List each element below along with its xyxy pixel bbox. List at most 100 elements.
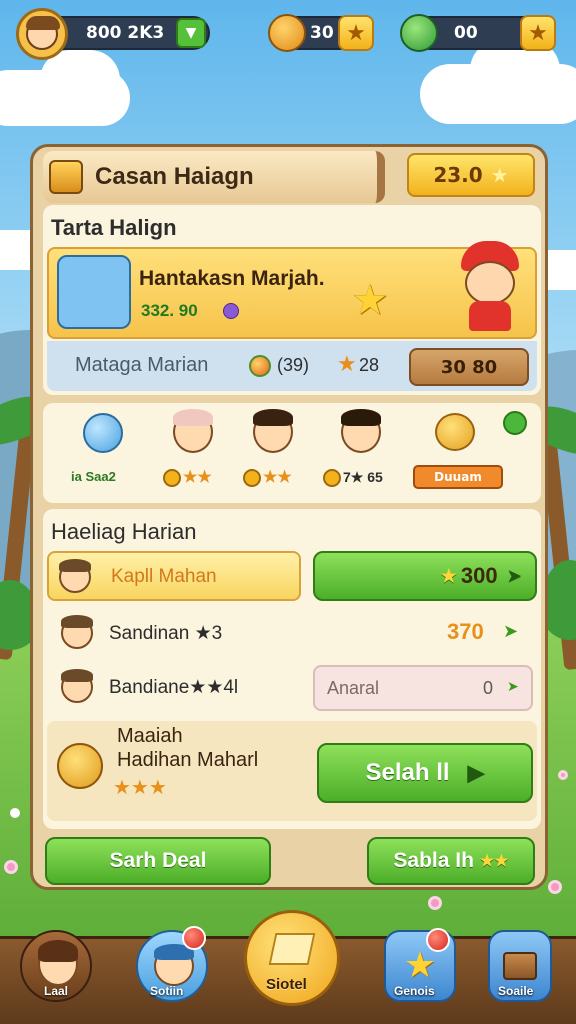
character-avatar-icon (253, 409, 293, 453)
item-two-value: 00 (454, 23, 478, 43)
task-value: 370 (447, 619, 484, 644)
character-slot[interactable]: 7★ 65 (313, 409, 403, 499)
section-two-card: Haeliag Harian Kapll Mahan ★ 300 ➤ Sandi… (43, 509, 541, 829)
title-badge-button[interactable]: 23.0 ★ (407, 153, 535, 197)
task-input-field[interactable]: Anaral 0 ➤ (313, 665, 533, 711)
footer-left-label: Sarh Deal (109, 849, 207, 872)
reward-line-one: Maaiah (117, 725, 183, 747)
arrow-icon: ➤ (507, 679, 519, 695)
coin-icon (163, 469, 181, 487)
section-one-heading: Tarta Halign (51, 215, 177, 240)
chat-bubble-icon (83, 413, 123, 453)
profile-avatar-icon (38, 940, 78, 986)
task-avatar-icon (61, 615, 93, 649)
bell-icon (57, 743, 103, 789)
section-one-card: Tarta Halign Hantakasn Marjah. 332. 90 ★… (43, 205, 541, 395)
character-slot[interactable]: ★★ (153, 409, 233, 499)
character-label: 7★ 65 (343, 469, 383, 485)
coin-icon (323, 469, 341, 487)
task-name: Sandinan ★3 (109, 623, 223, 644)
nav-label: Siotel (266, 976, 307, 993)
banner-title: Hantakasn Marjah. (139, 267, 325, 290)
main-panel: Casan Haiagn 23.0 ★ Tarta Halign Hantaka… (30, 144, 548, 890)
section-two-heading: Haeliag Harian (51, 519, 197, 544)
stats-row-button-label: 30 80 (440, 356, 498, 378)
gem-icon (223, 303, 239, 319)
character-slot[interactable]: ★★ (233, 409, 313, 499)
reward-claim-button[interactable]: Selah ll ▶ (317, 743, 533, 803)
map-icon (268, 933, 316, 965)
character-avatar-icon (341, 409, 381, 453)
character-label: Duuam (434, 470, 482, 484)
character-label: ★★ (263, 469, 292, 486)
nav-label: Genois (394, 984, 435, 998)
character-slot[interactable]: ia Saa2 (63, 409, 143, 499)
play-icon: ▶ (467, 760, 485, 785)
star-icon: ★ (490, 163, 509, 187)
item-one-value: 30 (310, 23, 334, 43)
task-row[interactable]: Sandinan ★3 370 ➤ (47, 609, 537, 659)
top-resource-bar: 800 2K3 ▼ 30 ★ 00 ★ (0, 0, 576, 70)
stats-row-button[interactable]: 30 80 (409, 348, 529, 386)
notification-badge (182, 926, 206, 950)
title-badge-value: 23.0 (433, 163, 483, 187)
star-icon: ★ (337, 352, 357, 377)
character-avatar-icon (173, 409, 213, 453)
task-row-highlight[interactable]: Kapll Mahan (47, 551, 301, 601)
coin-icon (243, 469, 261, 487)
reward-stars: ★★★ (113, 775, 167, 799)
character-slot[interactable]: Duuam (405, 409, 535, 499)
characters-card: ia Saa2 ★★ ★★ 7★ 65 Duuam (43, 403, 541, 503)
coins-value: 800 2K3 (86, 23, 165, 43)
panel-title-bar: Casan Haiagn (43, 151, 385, 203)
flower (548, 880, 562, 894)
star-icon: ★ (351, 275, 389, 324)
flower (10, 808, 20, 818)
star-icon: ★ (440, 565, 457, 586)
globe-icon (400, 14, 438, 52)
reward-box: Maaiah Hadihan Maharl ★★★ Selah ll ▶ (47, 721, 537, 821)
leaf-icon (503, 411, 527, 435)
social-avatar-icon (154, 944, 194, 986)
stats-row: Mataga Marian (39) ★ 28 30 80 (47, 341, 537, 391)
character-label: ia Saa2 (71, 469, 116, 484)
banner-value: 332. 90 (141, 301, 198, 320)
task-value: 300 (460, 563, 498, 588)
arrow-icon: ➤ (503, 621, 519, 642)
stats-row-label: Mataga Marian (75, 354, 209, 376)
hero-avatar-icon (57, 255, 131, 329)
reward-button-label: Selah ll (365, 759, 450, 786)
task-avatar-icon (61, 669, 93, 703)
star-box-icon: ★ (403, 945, 437, 986)
character-label: ★★ (183, 469, 212, 486)
nav-label: Laal (44, 984, 69, 998)
footer-right-label: Sabla Ih (393, 849, 474, 872)
task-name: Bandiane★★4l (109, 677, 239, 698)
panel-title: Casan Haiagn (95, 163, 254, 190)
nav-label: Sotiin (150, 984, 184, 998)
task-field-value: 0 (483, 678, 494, 698)
task-claim-button[interactable]: ★ 300 ➤ (313, 551, 537, 601)
orb-icon (249, 355, 271, 377)
player-avatar[interactable] (16, 8, 68, 60)
flower (428, 896, 442, 910)
item-two-add-button[interactable]: ★ (520, 15, 556, 51)
chest-icon (49, 160, 83, 194)
notification-badge (426, 928, 450, 952)
stats-row-stars: 28 (359, 355, 380, 375)
stats-row-count: (39) (277, 355, 310, 375)
reward-line-two: Hadihan Maharl (117, 749, 259, 771)
pet-icon (435, 413, 475, 451)
task-row[interactable]: Bandiane★★4l Anaral 0 ➤ (47, 663, 537, 713)
footer-left-button[interactable]: Sarh Deal (45, 837, 271, 885)
featured-banner[interactable]: Hantakasn Marjah. 332. 90 ★ (47, 241, 537, 339)
item-one-add-button[interactable]: ★ (338, 15, 374, 51)
character-tag[interactable]: Duuam (413, 465, 503, 489)
gem-add-button[interactable]: ▼ (176, 18, 206, 48)
stars-icon: ★★ (479, 853, 509, 870)
footer-right-button[interactable]: Sabla Ih ★★ (367, 837, 535, 885)
bread-icon (268, 14, 306, 52)
arrow-icon: ➤ (507, 568, 521, 585)
chest-icon (503, 952, 537, 980)
task-field-label: Anaral (327, 678, 380, 698)
